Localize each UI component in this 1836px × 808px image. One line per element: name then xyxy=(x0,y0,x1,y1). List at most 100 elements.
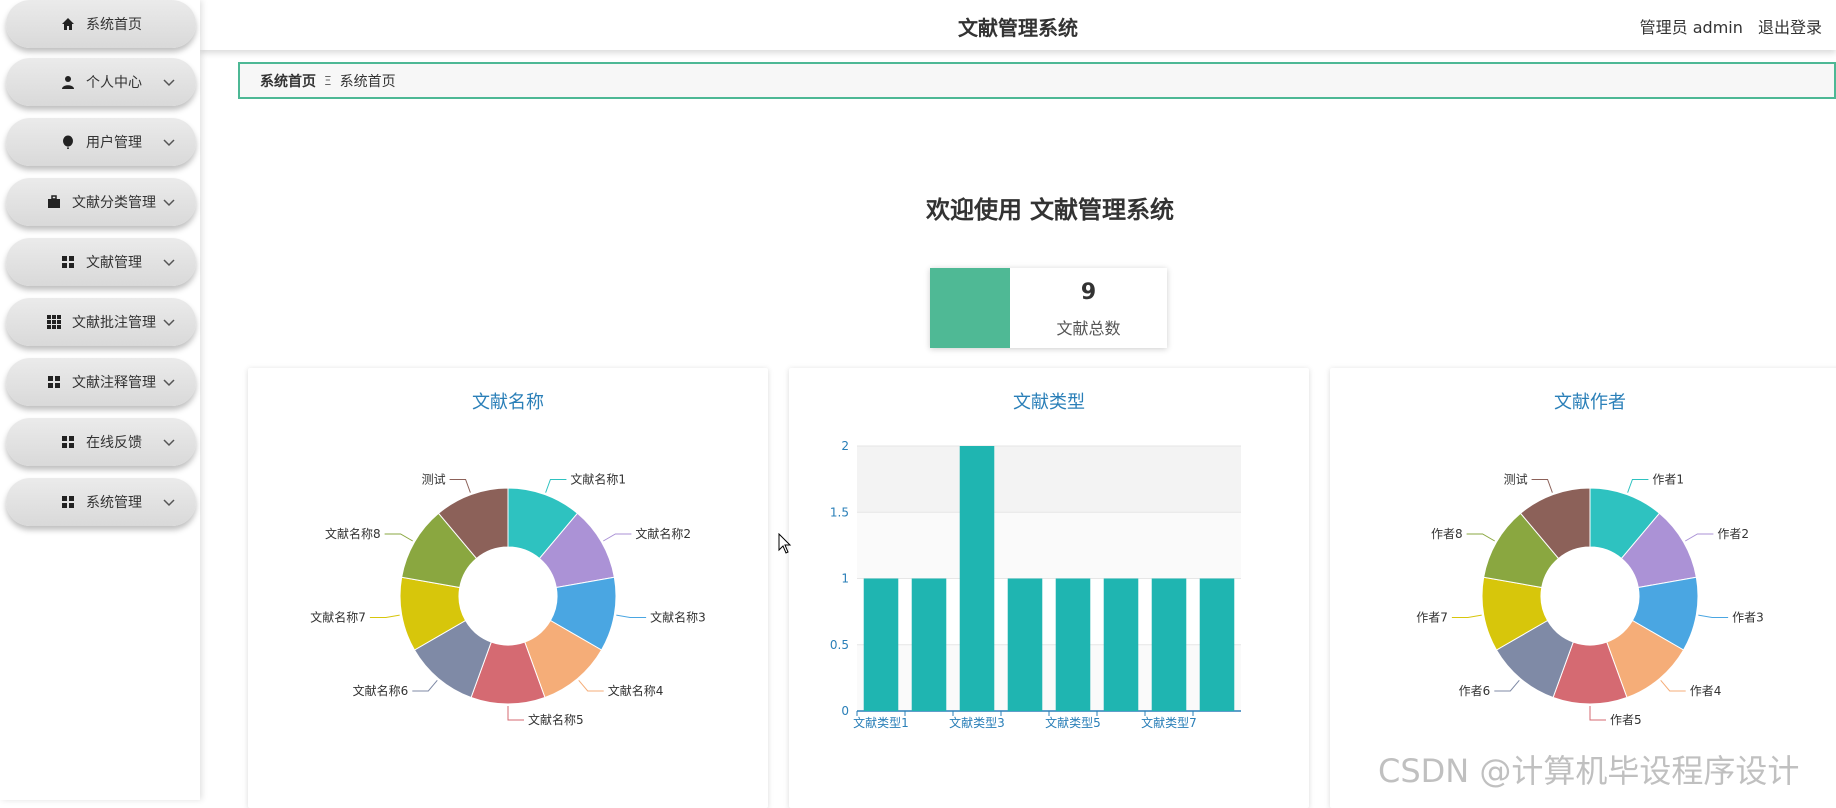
chart-card-names: 文献名称 文献名称1 文献名称2 文献名称3 文献名称4 文献名称5 文献名称6 文献名称7… xyxy=(248,368,768,808)
stat-value: 9 xyxy=(1080,280,1097,305)
x-tick-label: 文献类型7 xyxy=(1141,715,1197,730)
sidebar-item-label: 个人中心 xyxy=(86,75,142,91)
pie-label: 文献名称4 xyxy=(608,683,664,698)
x-tick-label: 文献类型3 xyxy=(949,715,1005,730)
pie-label: 作者3 xyxy=(1732,611,1764,625)
sidebar-item-label: 文献注释管理 xyxy=(72,375,156,391)
bar[interactable] xyxy=(863,578,899,712)
pie-label-line xyxy=(369,614,400,619)
pie-label: 测试 xyxy=(422,471,446,486)
y-tick-label: 1 xyxy=(841,572,849,586)
pie-label-line xyxy=(507,706,524,721)
pie-label-line xyxy=(1494,679,1520,692)
bar[interactable] xyxy=(1151,578,1187,712)
sidebar-item-user-management[interactable]: 用户管理 xyxy=(6,118,196,166)
breadcrumb-separator: Ξ xyxy=(324,73,332,88)
bar[interactable] xyxy=(1199,578,1235,712)
chart-card-authors: 文献作者 作者1 作者2 作者3 作者4 作者5 作者6 作者7 作者8 测试 xyxy=(1330,368,1836,808)
grid9-icon xyxy=(46,314,62,330)
grid-icon xyxy=(60,434,76,450)
sidebar-item-personal-center[interactable]: 个人中心 xyxy=(6,58,196,106)
welcome-prefix: 欢迎使用 xyxy=(926,196,1022,224)
sidebar-item-annotation-management[interactable]: 文献批注管理 xyxy=(6,298,196,346)
pie-label-line xyxy=(616,614,647,619)
grid-band xyxy=(857,446,1241,513)
pie-label-line xyxy=(1531,478,1553,493)
sidebar-item-feedback[interactable]: 在线反馈 xyxy=(6,418,196,466)
stat-color-block xyxy=(930,268,1010,348)
sidebar-item-label: 文献分类管理 xyxy=(72,195,156,211)
sidebar-item-note-management[interactable]: 文献注释管理 xyxy=(6,358,196,406)
pie-label: 作者6 xyxy=(1459,684,1491,698)
pie-label-line xyxy=(449,478,471,493)
chevron-down-icon xyxy=(163,79,175,87)
pie-label-line xyxy=(578,679,604,692)
grid-band xyxy=(857,512,1241,579)
bar[interactable] xyxy=(959,446,995,711)
chevron-down-icon xyxy=(163,139,175,147)
chart-card-types: 文献类型 0 0.5 1 1.5 2 文献类型1 文献类型3 文献类型5 文献类型7 xyxy=(789,368,1309,808)
pie-label-line xyxy=(1589,706,1606,721)
pie-label: 作者4 xyxy=(1690,684,1722,698)
pie-label: 作者2 xyxy=(1717,527,1749,541)
pie-chart-authors: 作者1 作者2 作者3 作者4 作者5 作者6 作者7 作者8 测试 xyxy=(1416,471,1764,727)
y-tick-label: 2 xyxy=(841,439,849,453)
sidebar-item-label: 用户管理 xyxy=(86,135,142,151)
grid-icon xyxy=(46,374,62,390)
pie-label-line xyxy=(1451,614,1482,619)
pie-label-line xyxy=(1698,614,1729,619)
x-tick-label: 文献类型5 xyxy=(1045,715,1101,730)
pie-label-line xyxy=(1685,533,1714,542)
home-icon xyxy=(60,16,76,32)
pie-label: 文献名称2 xyxy=(635,526,691,541)
sidebar-item-label: 系统首页 xyxy=(86,17,142,33)
welcome-system-name: 文献管理系统 xyxy=(1030,196,1174,224)
stat-info: 9 文献总数 xyxy=(1010,268,1167,348)
pie-label-line xyxy=(1627,478,1649,493)
chevron-down-icon xyxy=(163,439,175,447)
pie-label-line xyxy=(603,533,632,542)
bar[interactable] xyxy=(1055,578,1091,712)
pie-label-line xyxy=(1466,533,1495,542)
chevron-down-icon xyxy=(163,259,175,267)
sidebar: 系统首页 个人中心 用户管理 文献分类管理 文献管理 文献批注管理 文献注释管理… xyxy=(0,0,200,800)
logout-button[interactable]: 退出登录 xyxy=(1758,18,1822,37)
stat-label: 文献总数 xyxy=(1056,319,1121,338)
pie-label: 文献名称5 xyxy=(528,712,584,727)
pie-label: 文献名称3 xyxy=(650,610,706,625)
bar-chart-types: 0 0.5 1 1.5 2 文献类型1 文献类型3 文献类型5 文献类型7 xyxy=(830,439,1241,730)
bar[interactable] xyxy=(1007,578,1043,712)
grid-icon xyxy=(60,254,76,270)
pie-label: 文献名称8 xyxy=(325,526,381,541)
sidebar-item-label: 在线反馈 xyxy=(86,435,142,451)
bar[interactable] xyxy=(1103,578,1139,712)
pie-label-line xyxy=(1660,679,1686,692)
mouse-cursor-icon xyxy=(778,533,792,554)
breadcrumb-home-link[interactable]: 系统首页 xyxy=(260,71,316,91)
sidebar-item-literature-management[interactable]: 文献管理 xyxy=(6,238,196,286)
chevron-down-icon xyxy=(163,379,175,387)
sidebar-item-category-management[interactable]: 文献分类管理 xyxy=(6,178,196,226)
x-tick-label: 文献类型1 xyxy=(853,715,909,730)
pie-label-line xyxy=(412,679,438,692)
chevron-down-icon xyxy=(163,319,175,327)
balloon-icon xyxy=(60,134,76,150)
pie-label: 文献名称6 xyxy=(353,683,409,698)
breadcrumb: 系统首页 Ξ 系统首页 xyxy=(238,62,1836,99)
grid-icon xyxy=(60,494,76,510)
sidebar-item-home[interactable]: 系统首页 xyxy=(6,0,196,48)
pie-label: 作者5 xyxy=(1610,713,1642,727)
pie-label-line xyxy=(545,478,567,493)
user-label: 管理员 admin xyxy=(1639,18,1743,37)
y-tick-label: 0 xyxy=(841,704,849,718)
y-tick-label: 1.5 xyxy=(830,505,849,519)
chevron-down-icon xyxy=(163,499,175,507)
top-bar: 文献管理系统 管理员 admin 退出登录 xyxy=(200,0,1836,50)
user-icon xyxy=(60,74,76,90)
pie-label: 作者1 xyxy=(1652,472,1684,486)
pie-label: 作者8 xyxy=(1431,527,1463,541)
bar[interactable] xyxy=(911,578,947,712)
sidebar-item-system-management[interactable]: 系统管理 xyxy=(6,478,196,526)
welcome-heading: 欢迎使用 文献管理系统 xyxy=(200,190,1836,225)
pie-label: 测试 xyxy=(1504,471,1528,486)
